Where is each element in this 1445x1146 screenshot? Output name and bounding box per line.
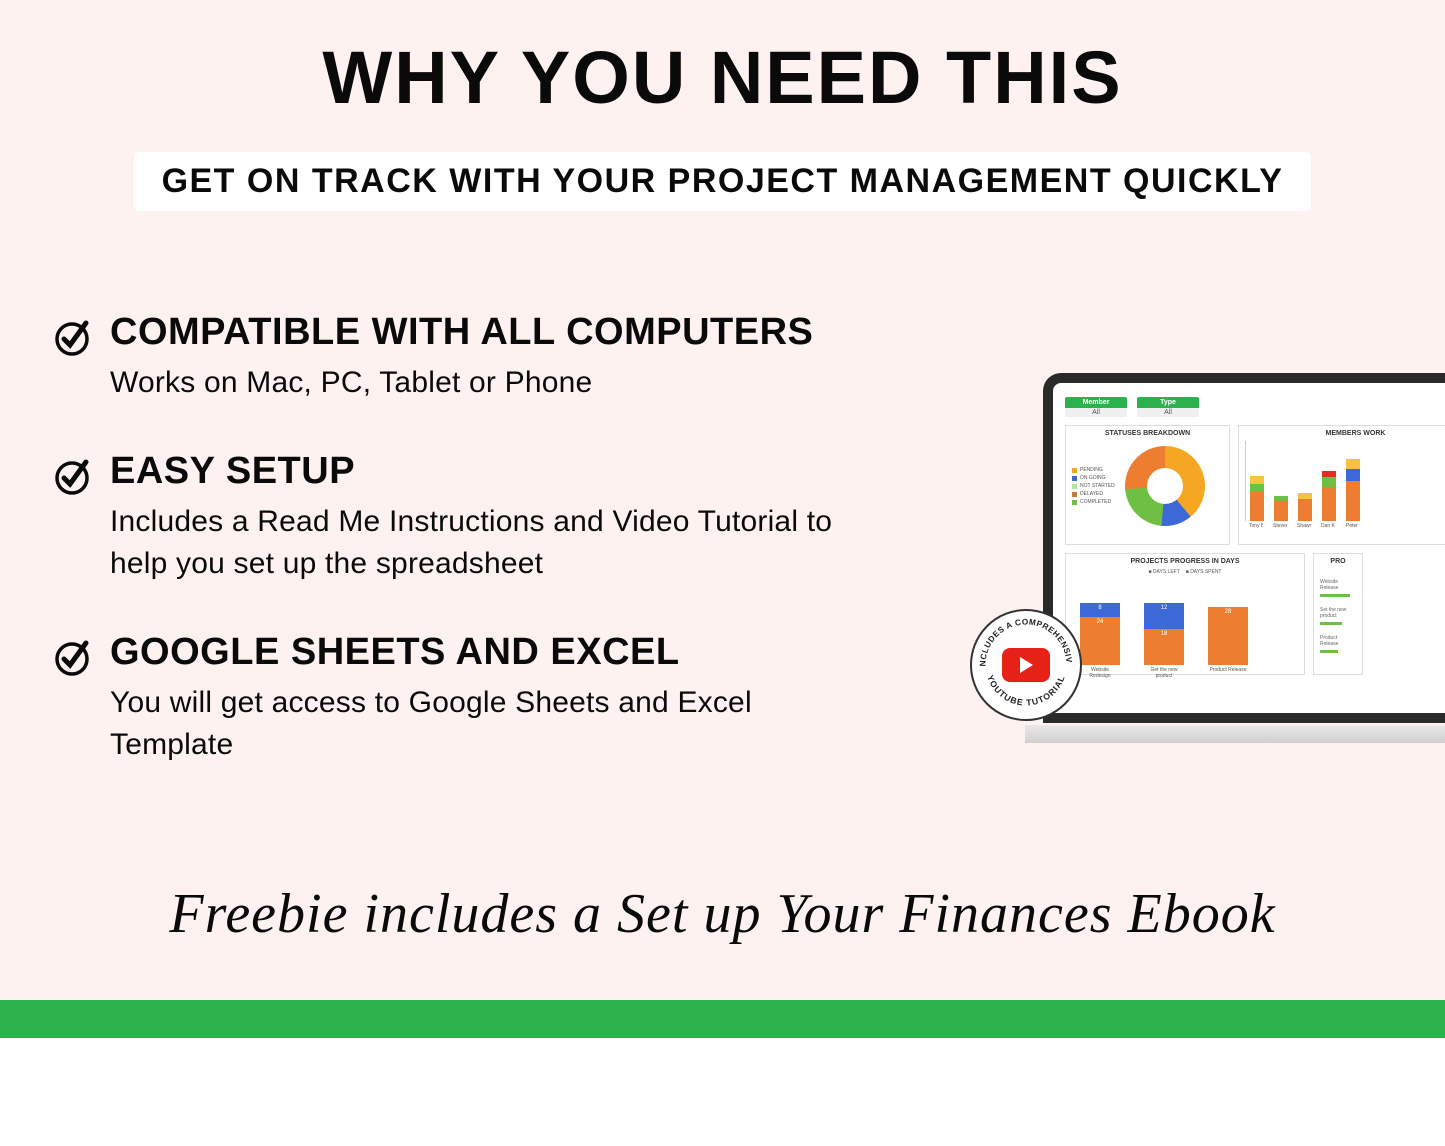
youtube-tutorial-badge: INCLUDES A COMPREHENSIVE YOUTUBE TUTORIA… [970,609,1082,721]
statuses-card: STATUSES BREAKDOWN PENDING ON GOING NOT … [1065,425,1230,545]
bottom-band [0,1038,1445,1146]
subheading-container: GET ON TRACK WITH YOUR PROJECT MANAGEMEN… [0,152,1445,211]
donut-chart [1125,446,1205,526]
feature-desc: Works on Mac, PC, Tablet or Phone [110,362,813,404]
partial-card: PRO Website Release Set the new product … [1313,553,1363,675]
check-icon [52,456,92,496]
laptop-screen: Member All Type All STATUSES BREAKDOWN P… [1043,373,1445,723]
features-list: COMPATIBLE WITH ALL COMPUTERS Works on M… [52,311,872,766]
laptop-base [1025,725,1445,743]
feature-title: GOOGLE SHEETS AND EXCEL [110,631,872,674]
filter-type: Type All [1137,397,1199,417]
feature-item: COMPATIBLE WITH ALL COMPUTERS Works on M… [52,311,872,404]
feature-desc: You will get access to Google Sheets and… [110,682,872,766]
feature-desc: Includes a Read Me Instructions and Vide… [110,501,872,585]
freebie-text: Freebie includes a Set up Your Finances … [0,882,1445,946]
laptop-mockup: Member All Type All STATUSES BREAKDOWN P… [1025,373,1445,743]
filter-member: Member All [1065,397,1127,417]
feature-item: GOOGLE SHEETS AND EXCEL You will get acc… [52,631,872,766]
feature-title: EASY SETUP [110,450,872,493]
progress-card: PROJECTS PROGRESS IN DAYS ■ DAYS LEFT ■ … [1065,553,1305,675]
svg-text:INCLUDES A COMPREHENSIVE: INCLUDES A COMPREHENSIVE [972,611,1074,667]
status-legend: PENDING ON GOING NOT STARTED DELAYED COM… [1072,466,1115,506]
check-icon [52,637,92,677]
feature-title: COMPATIBLE WITH ALL COMPUTERS [110,311,813,354]
check-icon [52,317,92,357]
svg-text:YOUTUBE TUTORIAL: YOUTUBE TUTORIAL [985,674,1067,708]
members-card: MEMBERS WORK Tony Blue Steven Hodges Sha… [1238,425,1445,545]
green-divider-bar [0,1000,1445,1038]
page-subtitle: GET ON TRACK WITH YOUR PROJECT MANAGEMEN… [134,152,1312,211]
page-title: WHY YOU NEED THIS [0,35,1445,120]
feature-item: EASY SETUP Includes a Read Me Instructio… [52,450,872,585]
